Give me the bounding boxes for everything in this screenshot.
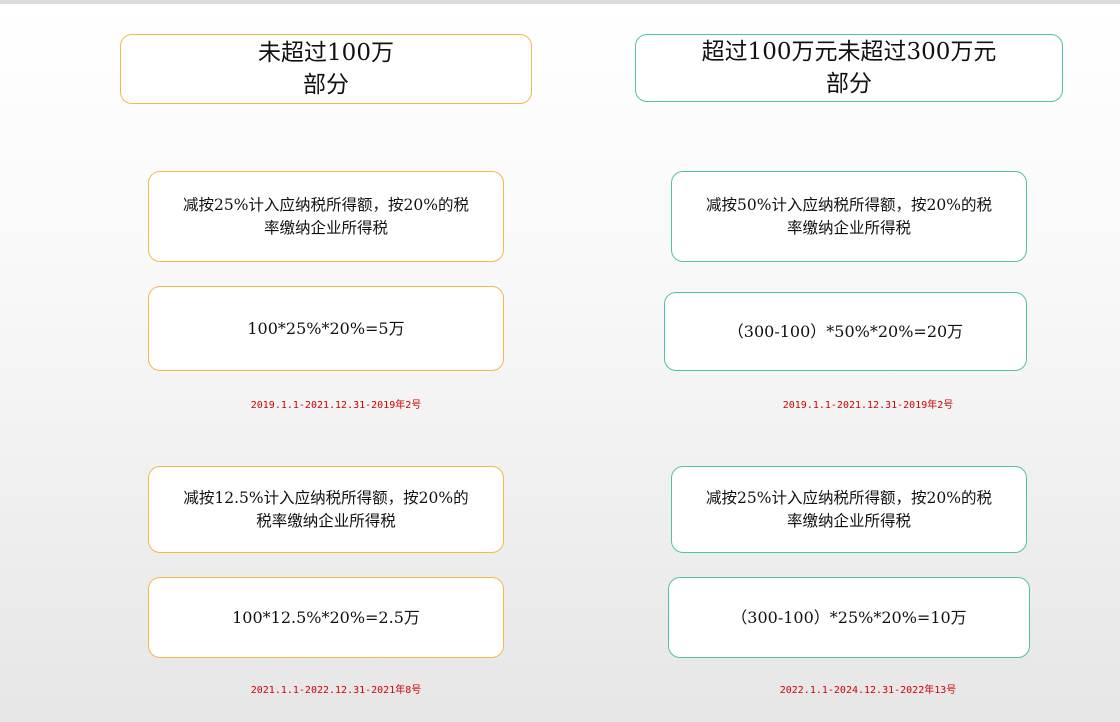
left-period1-formula: 100*25%*20%=5万 — [148, 286, 504, 371]
right-period1-formula: （300-100）*50%*20%=20万 — [664, 292, 1027, 371]
right-period1-description: 减按50%计入应纳税所得额，按20%的税 率缴纳企业所得税 — [671, 171, 1027, 262]
left-period1-reference: 2019.1.1-2021.12.31-2019年2号 — [250, 400, 422, 411]
slide-canvas: 未超过100万 部分 减按25%计入应纳税所得额，按20%的税 率缴纳企业所得税… — [0, 4, 1120, 722]
right-period2-reference: 2022.1.1-2024.12.31-2022年13号 — [779, 685, 957, 696]
right-period2-description: 减按25%计入应纳税所得额，按20%的税 率缴纳企业所得税 — [671, 466, 1027, 553]
left-period1-description: 减按25%计入应纳税所得额，按20%的税 率缴纳企业所得税 — [148, 171, 504, 262]
right-period1-reference: 2019.1.1-2021.12.31-2019年2号 — [782, 400, 954, 411]
left-period2-description: 减按12.5%计入应纳税所得额，按20%的 税率缴纳企业所得税 — [148, 466, 504, 553]
left-period2-formula: 100*12.5%*20%=2.5万 — [148, 577, 504, 658]
left-column-header: 未超过100万 部分 — [120, 34, 532, 104]
right-column-header: 超过100万元未超过300万元 部分 — [635, 34, 1063, 102]
right-period2-formula: （300-100）*25%*20%=10万 — [668, 577, 1030, 658]
left-period2-reference: 2021.1.1-2022.12.31-2021年8号 — [250, 685, 422, 696]
